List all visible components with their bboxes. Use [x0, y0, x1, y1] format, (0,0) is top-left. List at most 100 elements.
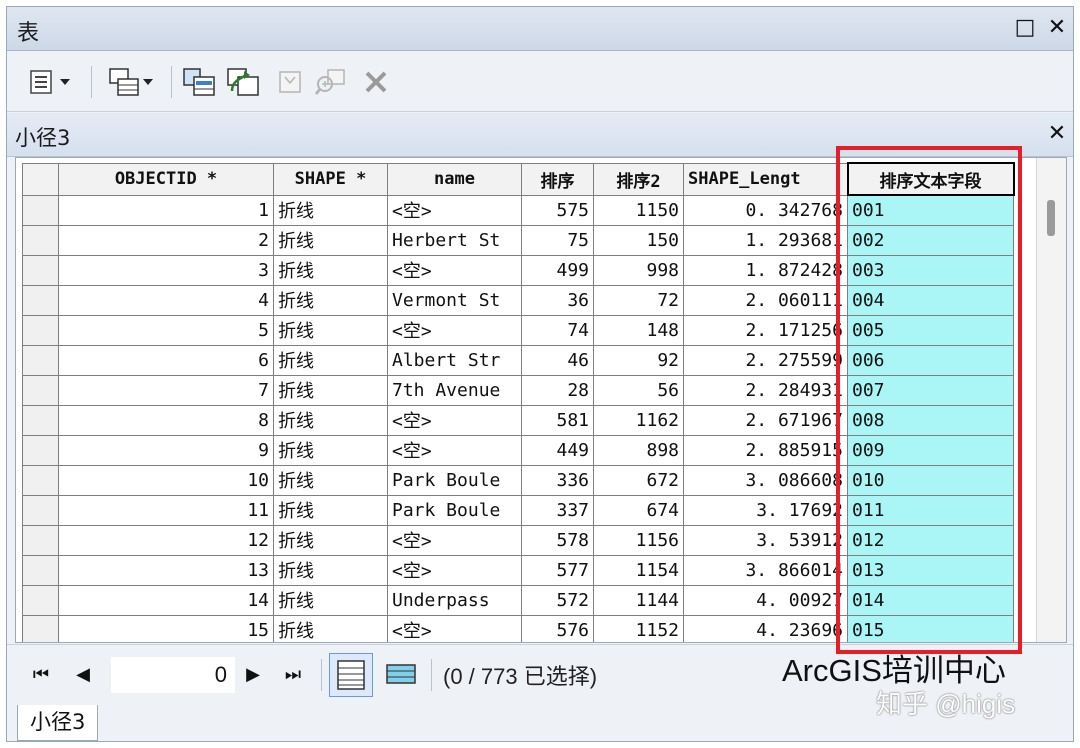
cell-shape-length[interactable]: 2. 885915	[683, 434, 848, 466]
cell-objectid[interactable]: 3	[58, 254, 274, 286]
cell-sort[interactable]: 577	[521, 554, 594, 586]
cell-sort2[interactable]: 1152	[593, 614, 684, 642]
table-row[interactable]: 2 折线 Herbert St 75 150 1. 293681 002	[22, 224, 1014, 256]
cell-shape-length[interactable]: 3. 17692	[683, 494, 848, 526]
close-table-icon[interactable]: ✕	[1043, 119, 1071, 149]
cell-shape[interactable]: 折线	[273, 314, 388, 346]
table-row[interactable]: 1 折线 <空> 575 1150 0. 342768 001	[22, 194, 1014, 226]
next-record-icon[interactable]: ▶	[239, 661, 267, 689]
cell-name[interactable]: <空>	[387, 194, 522, 226]
cell-sort[interactable]: 36	[521, 284, 594, 316]
cell-sort2[interactable]: 150	[593, 224, 684, 256]
table-tab-button[interactable]: 小径3	[17, 705, 99, 741]
cell-shape[interactable]: 折线	[273, 494, 388, 526]
cell-objectid[interactable]: 2	[58, 224, 274, 256]
row-selector-header[interactable]	[22, 162, 59, 196]
row-selector[interactable]	[22, 284, 59, 316]
cell-objectid[interactable]: 13	[58, 554, 274, 586]
cell-sort-text[interactable]: 008	[847, 404, 1014, 436]
cell-objectid[interactable]: 8	[58, 404, 274, 436]
row-selector[interactable]	[22, 584, 59, 616]
cell-shape[interactable]: 折线	[273, 194, 388, 226]
cell-name[interactable]: Vermont St	[387, 284, 522, 316]
cell-shape-length[interactable]: 4. 23696	[683, 614, 848, 642]
cell-sort[interactable]: 337	[521, 494, 594, 526]
first-record-icon[interactable]: ⏮	[27, 661, 55, 689]
cell-sort-text[interactable]: 002	[847, 224, 1014, 256]
cell-sort[interactable]: 581	[521, 404, 594, 436]
cell-name[interactable]: <空>	[387, 314, 522, 346]
row-selector[interactable]	[22, 464, 59, 496]
cell-shape[interactable]: 折线	[273, 284, 388, 316]
row-selector[interactable]	[22, 344, 59, 376]
cell-shape[interactable]: 折线	[273, 464, 388, 496]
cell-shape[interactable]: 折线	[273, 434, 388, 466]
cell-name[interactable]: <空>	[387, 554, 522, 586]
delete-selected-button[interactable]	[361, 66, 391, 98]
cell-sort[interactable]: 499	[521, 254, 594, 286]
table-row[interactable]: 5 折线 <空> 74 148 2. 171256 005	[22, 314, 1014, 346]
cell-shape[interactable]: 折线	[273, 254, 388, 286]
cell-shape[interactable]: 折线	[273, 524, 388, 556]
cell-sort2[interactable]: 1156	[593, 524, 684, 556]
cell-sort2[interactable]: 1144	[593, 584, 684, 616]
last-record-icon[interactable]: ⏭	[279, 661, 307, 689]
cell-sort-text[interactable]: 012	[847, 524, 1014, 556]
column-header-name[interactable]: name	[387, 162, 522, 196]
cell-shape[interactable]: 折线	[273, 374, 388, 406]
cell-name[interactable]: Herbert St	[387, 224, 522, 256]
row-selector[interactable]	[22, 224, 59, 256]
cell-shape[interactable]: 折线	[273, 404, 388, 436]
row-selector[interactable]	[22, 374, 59, 406]
switch-selection-button[interactable]	[225, 66, 261, 98]
cell-objectid[interactable]: 14	[58, 584, 274, 616]
cell-shape-length[interactable]: 2. 171256	[683, 314, 848, 346]
cell-objectid[interactable]: 15	[58, 614, 274, 642]
cell-objectid[interactable]: 10	[58, 464, 274, 496]
cell-name[interactable]: Park Boule	[387, 494, 522, 526]
cell-shape[interactable]: 折线	[273, 344, 388, 376]
restore-icon[interactable]: □	[1011, 13, 1039, 43]
cell-sort-text[interactable]: 006	[847, 344, 1014, 376]
cell-objectid[interactable]: 12	[58, 524, 274, 556]
table-row[interactable]: 8 折线 <空> 581 1162 2. 671967 008	[22, 404, 1014, 436]
cell-sort-text[interactable]: 004	[847, 284, 1014, 316]
cell-shape-length[interactable]: 1. 293681	[683, 224, 848, 256]
cell-shape-length[interactable]: 3. 53912	[683, 524, 848, 556]
cell-objectid[interactable]: 9	[58, 434, 274, 466]
table-row[interactable]: 12 折线 <空> 578 1156 3. 53912 012	[22, 524, 1014, 556]
cell-objectid[interactable]: 7	[58, 374, 274, 406]
cell-sort2[interactable]: 72	[593, 284, 684, 316]
cell-objectid[interactable]: 11	[58, 494, 274, 526]
cell-name[interactable]: Park Boule	[387, 464, 522, 496]
zoom-to-selected-button[interactable]	[313, 66, 349, 98]
table-options-button[interactable]	[21, 66, 79, 98]
cell-objectid[interactable]: 4	[58, 284, 274, 316]
column-header-sort[interactable]: 排序	[521, 162, 594, 196]
related-tables-button[interactable]	[101, 66, 161, 98]
column-header-shape[interactable]: SHAPE *	[273, 162, 388, 196]
cell-objectid[interactable]: 5	[58, 314, 274, 346]
cell-sort[interactable]: 74	[521, 314, 594, 346]
column-header-shape-length[interactable]: SHAPE_Lengt	[683, 162, 848, 196]
cell-sort2[interactable]: 1162	[593, 404, 684, 436]
cell-name[interactable]: <空>	[387, 434, 522, 466]
cell-shape-length[interactable]: 2. 275599	[683, 344, 848, 376]
cell-name[interactable]: <空>	[387, 524, 522, 556]
row-selector[interactable]	[22, 554, 59, 586]
cell-sort-text[interactable]: 003	[847, 254, 1014, 286]
cell-sort-text[interactable]: 005	[847, 314, 1014, 346]
cell-name[interactable]: Albert Str	[387, 344, 522, 376]
cell-sort[interactable]: 75	[521, 224, 594, 256]
row-selector[interactable]	[22, 254, 59, 286]
clear-selection-button[interactable]	[275, 66, 305, 98]
cell-sort-text[interactable]: 009	[847, 434, 1014, 466]
cell-shape[interactable]: 折线	[273, 614, 388, 642]
cell-sort2[interactable]: 148	[593, 314, 684, 346]
show-all-records-button[interactable]	[329, 653, 373, 697]
table-row[interactable]: 15 折线 <空> 576 1152 4. 23696 015	[22, 614, 1014, 642]
cell-objectid[interactable]: 1	[58, 194, 274, 226]
cell-sort2[interactable]: 1154	[593, 554, 684, 586]
cell-sort2[interactable]: 92	[593, 344, 684, 376]
table-row[interactable]: 10 折线 Park Boule 336 672 3. 086608 010	[22, 464, 1014, 496]
